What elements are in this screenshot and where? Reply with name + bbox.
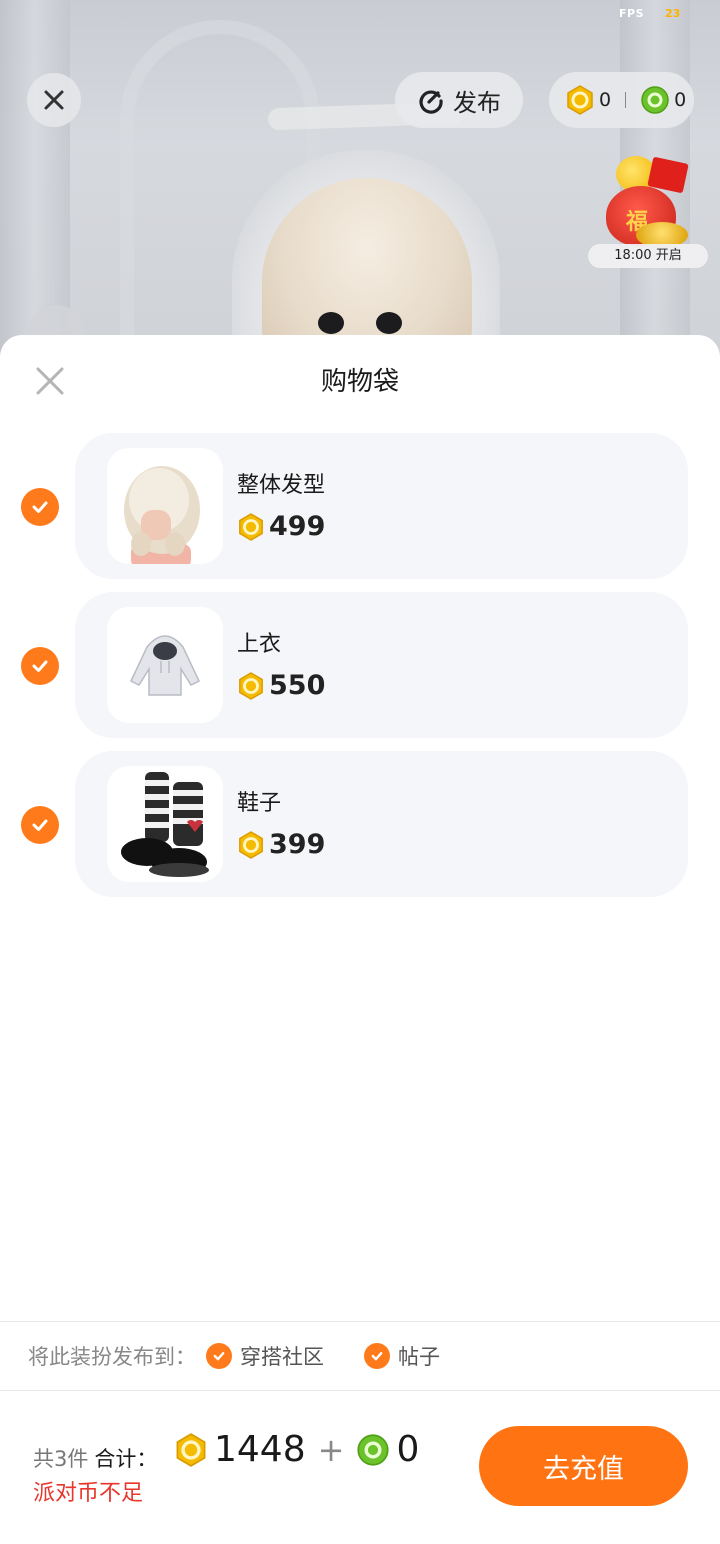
item-price: 499 — [237, 511, 325, 542]
recharge-button[interactable]: 去充值 — [479, 1426, 688, 1506]
event-timer: 18:00 开启 — [588, 244, 708, 268]
close-button[interactable] — [27, 73, 81, 127]
check-icon — [371, 1352, 383, 1361]
total-label: 合计： — [94, 1447, 158, 1471]
check-icon — [32, 819, 48, 831]
balance-divider — [625, 92, 627, 108]
item-price-value: 399 — [269, 829, 326, 860]
item-name: 整体发型 — [237, 473, 326, 498]
hoodie-image — [130, 635, 200, 696]
gold-coin-icon — [567, 85, 593, 115]
fortune-event-widget[interactable]: 福 18:00 开启 — [588, 156, 708, 268]
shoes-thumbnail — [107, 766, 223, 882]
item-card[interactable]: 鞋子 399 — [75, 751, 688, 897]
hoodie-thumbnail — [107, 607, 223, 723]
gold-total: 1448 — [214, 1429, 306, 1470]
shoes-image — [121, 772, 209, 877]
option-checkbox[interactable] — [364, 1343, 390, 1369]
publish-to-row: 将此装扮发布到： 穿搭社区 帖子 — [28, 1341, 440, 1371]
hairstyle-thumbnail — [107, 448, 223, 564]
green-balance: 0 — [674, 89, 687, 111]
close-icon — [44, 90, 64, 110]
item-price-value: 550 — [269, 670, 326, 701]
list-item: 上衣 550 — [0, 592, 720, 738]
item-name: 上衣 — [237, 632, 282, 657]
gold-coin-icon — [239, 830, 263, 859]
list-item: 鞋子 399 — [0, 751, 720, 897]
gold-coin-icon — [239, 671, 263, 700]
fps-label: FPS — [619, 7, 644, 20]
publish-icon — [419, 90, 443, 114]
hairstyle-image — [124, 466, 200, 564]
currency-balance[interactable]: 0 0 — [549, 72, 694, 128]
publish-option-post[interactable]: 帖子 — [364, 1341, 440, 1371]
check-icon — [32, 660, 48, 672]
avatar-eye — [318, 312, 344, 334]
gold-coin-icon — [176, 1432, 206, 1467]
avatar-eye — [376, 312, 402, 334]
item-checkbox[interactable] — [21, 806, 59, 844]
total-amount: 1448 + 0 — [174, 1429, 419, 1470]
green-coin-icon — [357, 1433, 390, 1466]
item-checkbox[interactable] — [21, 488, 59, 526]
gold-coin-icon — [239, 512, 263, 541]
divider — [0, 1390, 720, 1391]
fps-value: 23 — [665, 7, 681, 20]
shopping-bag-sheet: 购物袋 整体发型 499 上衣 550 鞋子 399 将此装扮发布到： 穿搭社区… — [0, 335, 720, 1544]
publish-label: 发布 — [453, 88, 501, 117]
option-label: 帖子 — [398, 1345, 440, 1369]
item-price: 399 — [237, 829, 325, 860]
green-coin-icon — [641, 86, 669, 114]
publish-option-community[interactable]: 穿搭社区 — [206, 1341, 324, 1371]
publish-to-label: 将此装扮发布到： — [28, 1345, 196, 1369]
insufficient-warning: 派对币不足 — [33, 1481, 144, 1506]
plus-sign: + — [317, 1430, 345, 1469]
sheet-title: 购物袋 — [320, 367, 399, 397]
item-price: 550 — [237, 670, 325, 701]
green-total: 0 — [396, 1429, 420, 1470]
divider — [0, 1321, 720, 1322]
item-count: 共3件 合计： — [33, 1443, 157, 1473]
item-name: 鞋子 — [237, 791, 282, 816]
count-label: 共3件 — [33, 1447, 89, 1471]
item-price-value: 499 — [269, 511, 326, 542]
list-item: 整体发型 499 — [0, 433, 720, 579]
publish-button[interactable]: 发布 — [395, 72, 523, 128]
option-label: 穿搭社区 — [240, 1345, 324, 1369]
item-card[interactable]: 上衣 550 — [75, 592, 688, 738]
check-icon — [213, 1352, 225, 1361]
gold-balance: 0 — [599, 89, 612, 111]
option-checkbox[interactable] — [206, 1343, 232, 1369]
item-card[interactable]: 整体发型 499 — [75, 433, 688, 579]
item-checkbox[interactable] — [21, 647, 59, 685]
check-icon — [32, 501, 48, 513]
